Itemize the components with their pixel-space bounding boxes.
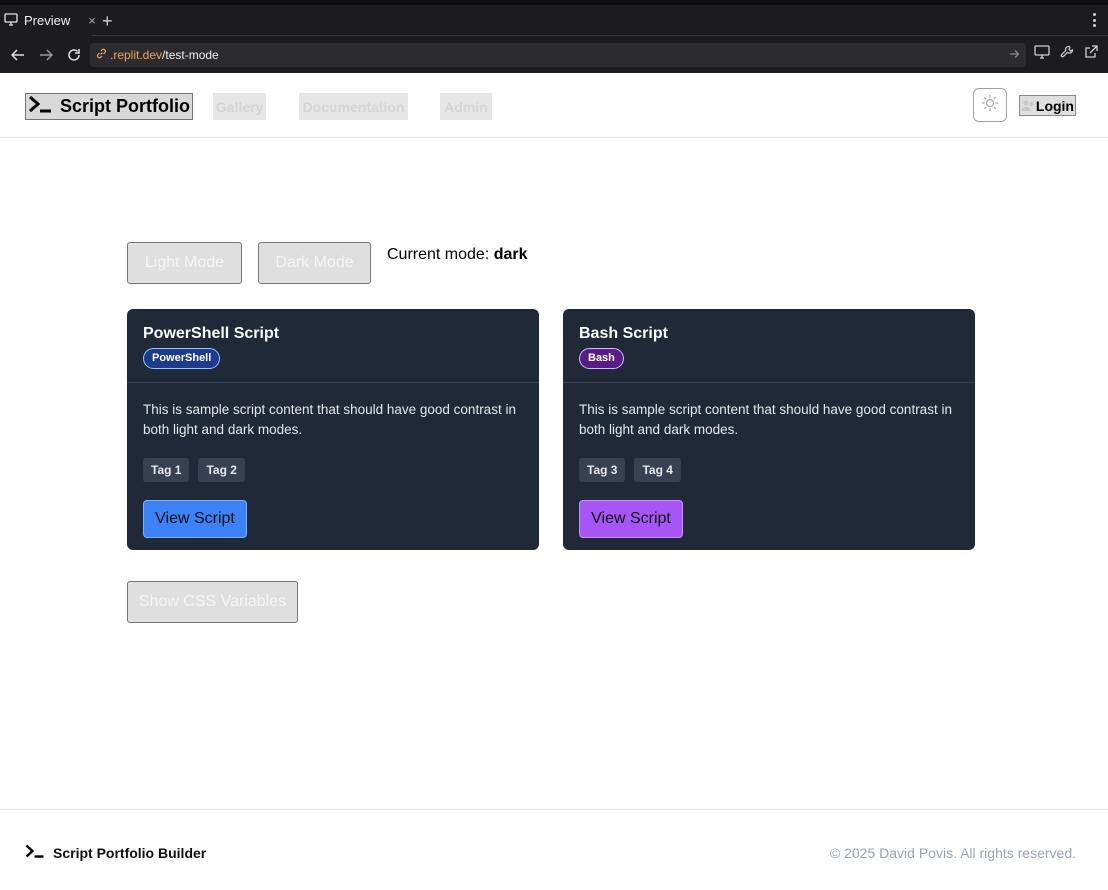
footer-brand-label: Script Portfolio Builder [53,844,207,861]
brand-link[interactable]: Script Portfolio [25,93,193,120]
card-body: This is sample script content that shoul… [127,383,539,538]
nav-documentation[interactable]: Documentation [299,93,408,120]
dark-mode-button[interactable]: Dark Mode [258,242,371,284]
kebab-menu-icon[interactable] [1093,13,1096,27]
terminal-icon [25,844,45,861]
script-card-bash: Bash Script Bash This is sample script c… [563,309,975,550]
card-title: Bash Script [579,325,668,342]
language-badge: Bash [579,348,624,369]
go-arrow-icon[interactable] [1009,48,1020,62]
login-label: Login [1035,97,1074,114]
tab-preview[interactable]: Preview × [0,5,96,36]
tab-label: Preview [24,13,71,28]
url-path: /test-mode [162,47,219,62]
monitor-icon [4,12,18,29]
footer: Script Portfolio Builder © 2025 David Po… [0,809,1108,890]
tag: Tag 2 [198,458,245,482]
external-link-icon[interactable] [1084,45,1098,64]
theme-toggle-button[interactable] [973,88,1007,122]
tab-divider [92,35,1108,36]
main-content: Light Mode Dark Mode Current mode: dark … [0,138,1108,809]
card-body: This is sample script content that shoul… [563,383,975,538]
view-script-button[interactable]: View Script [143,500,247,538]
app-header: Script Portfolio Gallery Documentation A… [0,73,1108,138]
browser-chrome: Preview × + .replit.dev/test-mode [0,0,1108,73]
new-tab-icon[interactable]: + [102,12,113,30]
forward-icon[interactable] [32,41,60,69]
card-header: PowerShell Script PowerShell [127,309,539,383]
current-mode-text: Current mode: dark [387,246,528,264]
script-card-powershell: PowerShell Script PowerShell This is sam… [127,309,539,550]
view-script-button[interactable]: View Script [579,500,683,538]
login-button[interactable]: Login [1019,95,1076,116]
tag-list: Tag 1 Tag 2 [143,458,523,482]
language-badge: PowerShell [143,348,221,369]
link-icon [96,48,107,62]
terminal-icon [28,95,52,118]
tag-list: Tag 3 Tag 4 [579,458,959,482]
copyright-text: © 2025 David Povis. All rights reserved. [829,845,1076,861]
card-description: This is sample script content that shoul… [143,402,516,437]
tag: Tag 3 [579,458,626,482]
nav-admin[interactable]: Admin [440,93,492,120]
back-icon[interactable] [4,41,32,69]
brand-label: Script Portfolio [60,96,190,116]
tag: Tag 1 [143,458,190,482]
card-description: This is sample script content that shoul… [579,402,952,437]
current-mode-prefix: Current mode: [387,246,490,263]
user-icon [1021,99,1035,115]
light-mode-button[interactable]: Light Mode [127,242,242,284]
wrench-icon[interactable] [1060,45,1074,64]
url-domain: .replit.dev [110,47,163,62]
tag: Tag 4 [634,458,681,482]
tab-bar: Preview × + [0,5,1108,36]
footer-brand: Script Portfolio Builder [25,844,206,861]
current-mode-value: dark [493,246,528,263]
devices-icon[interactable] [1034,45,1050,64]
close-icon[interactable]: × [88,13,96,28]
card-header: Bash Script Bash [563,309,975,383]
sun-icon [981,94,999,117]
nav-gallery[interactable]: Gallery [213,93,266,120]
browser-tools [1034,45,1098,64]
url-bar[interactable]: .replit.dev/test-mode [90,42,1026,67]
reload-icon[interactable] [60,41,88,69]
card-title: PowerShell Script [143,325,280,342]
address-bar-row: .replit.dev/test-mode [0,36,1108,73]
show-css-variables-button[interactable]: Show CSS Variables [127,581,298,623]
